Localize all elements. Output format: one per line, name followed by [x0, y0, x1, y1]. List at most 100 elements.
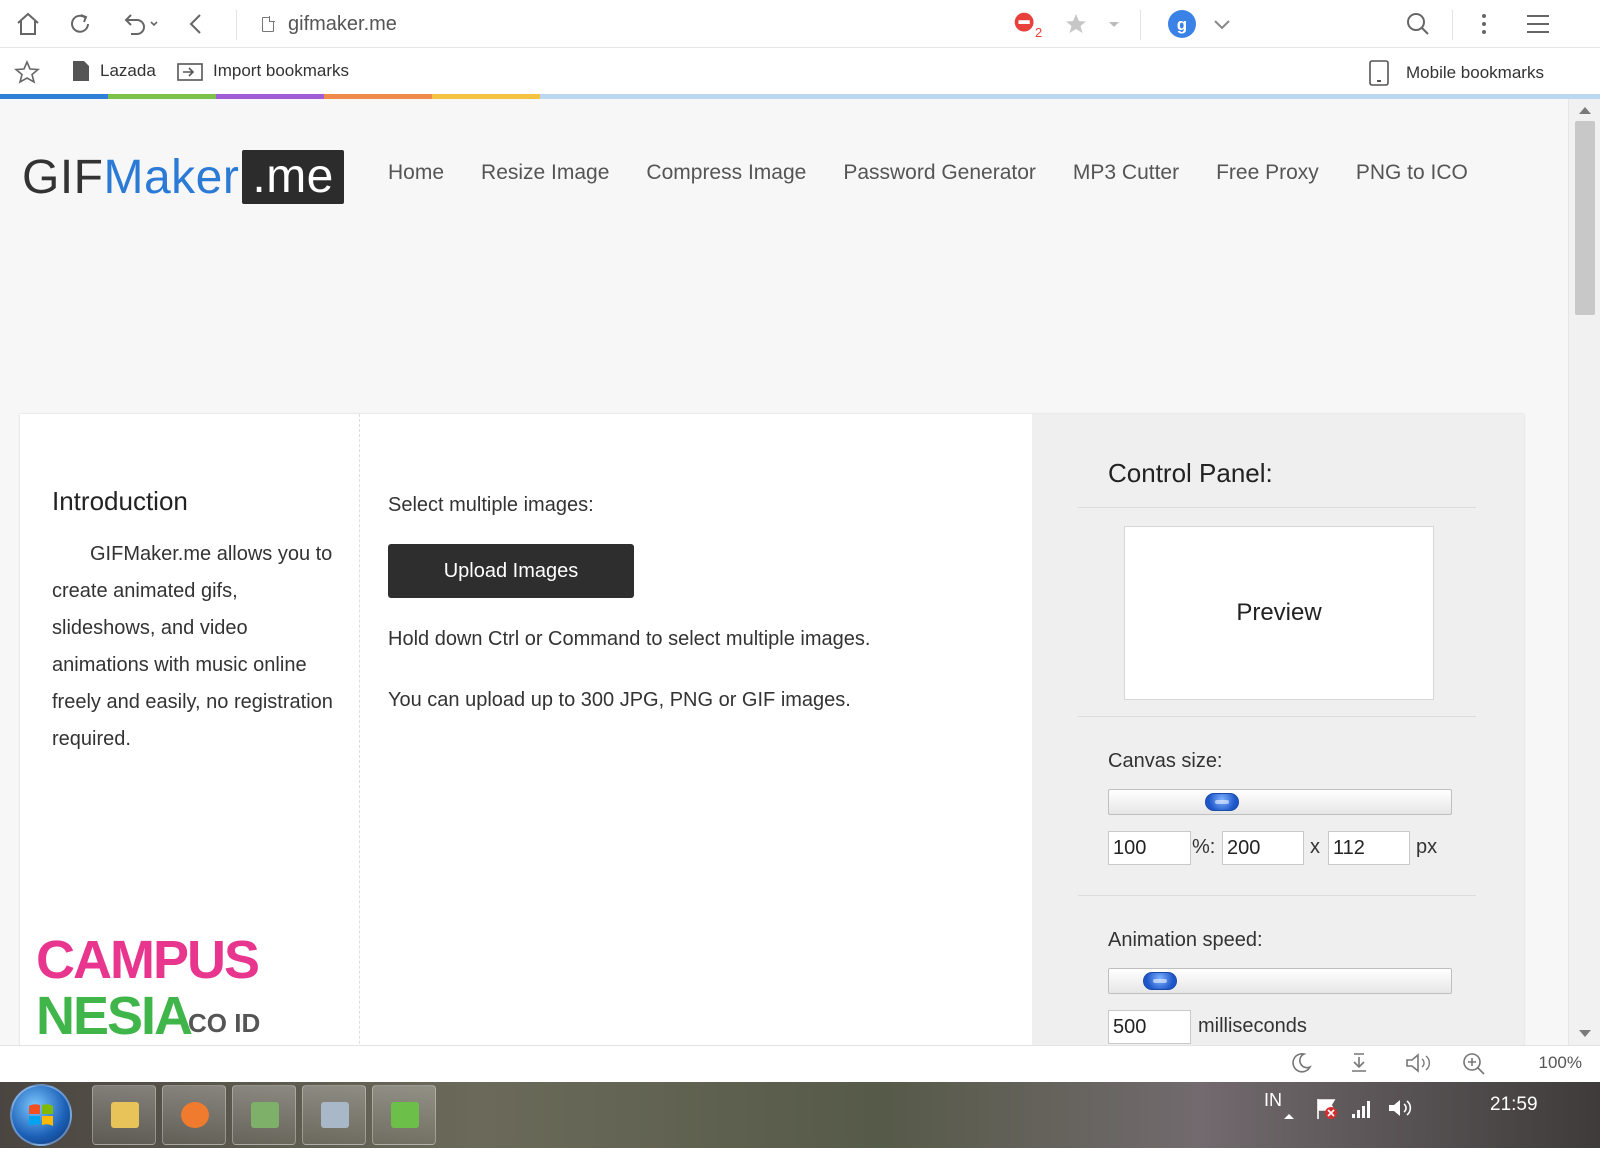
system-clock[interactable]: 21:59	[1490, 1094, 1538, 1116]
animation-speed-label: Animation speed:	[1108, 929, 1263, 951]
nav-compress-image[interactable]: Compress Image	[646, 161, 806, 185]
taskbar-app[interactable]	[372, 1085, 436, 1145]
intro-text: GIFMaker.me allows you to create animate…	[52, 543, 333, 750]
nav-password-generator[interactable]: Password Generator	[843, 161, 1036, 185]
search-icon[interactable]	[1402, 8, 1434, 40]
undo-icon[interactable]	[118, 8, 164, 40]
bookmark-star-icon[interactable]	[14, 60, 40, 84]
intro-column: Introduction GIFMaker.me allows you to c…	[20, 414, 360, 1045]
search-engine-icon[interactable]: g	[1166, 8, 1198, 40]
adblock-icon[interactable]: 2	[1010, 8, 1042, 40]
speed-slider-handle[interactable]	[1143, 972, 1177, 990]
taskbar-photos[interactable]	[232, 1085, 296, 1145]
nav-resize-image[interactable]: Resize Image	[481, 161, 609, 185]
watermark-suffix: CO ID	[188, 1008, 260, 1038]
more-vertical-icon[interactable]	[1468, 8, 1500, 40]
toolbar-separator	[1452, 10, 1453, 40]
action-center-icon[interactable]	[1314, 1096, 1340, 1128]
nav-home[interactable]: Home	[388, 161, 444, 185]
preview-box: Preview	[1124, 526, 1434, 700]
night-mode-icon[interactable]	[1290, 1052, 1312, 1080]
browser-toolbar: gifmaker.me 2 g	[0, 0, 1600, 48]
page-icon	[262, 15, 275, 32]
nav-free-proxy[interactable]: Free Proxy	[1216, 161, 1319, 185]
os-taskbar: IN 21:59	[0, 1082, 1600, 1148]
star-icon[interactable]	[1060, 8, 1092, 40]
network-icon[interactable]	[1350, 1098, 1374, 1126]
back-icon[interactable]	[180, 8, 212, 40]
bookmark-import[interactable]: Import bookmarks	[177, 60, 349, 82]
address-bar[interactable]: gifmaker.me	[262, 10, 397, 38]
chevron-down-icon[interactable]	[1206, 8, 1238, 40]
notification-count: 2	[1035, 25, 1043, 40]
nav-mp3-cutter[interactable]: MP3 Cutter	[1073, 161, 1179, 185]
scroll-down-arrow[interactable]	[1579, 1030, 1591, 1037]
upload-images-button[interactable]: Upload Images	[388, 544, 634, 598]
scroll-up-arrow[interactable]	[1579, 107, 1591, 114]
menu-icon[interactable]	[1522, 8, 1554, 40]
taskbar-calculator[interactable]	[302, 1085, 366, 1145]
browser-statusbar: 100%	[0, 1045, 1600, 1082]
start-button[interactable]	[10, 1084, 72, 1146]
canvas-size-slider[interactable]	[1108, 789, 1452, 815]
svg-text:CAMPUS: CAMPUS	[36, 930, 258, 990]
scroll-thumb[interactable]	[1575, 121, 1595, 315]
canvas-slider-handle[interactable]	[1205, 793, 1239, 811]
divider	[1078, 895, 1476, 896]
windows-logo-icon	[29, 1104, 53, 1126]
bookmark-label: Lazada	[100, 61, 156, 80]
download-icon[interactable]	[1348, 1052, 1370, 1080]
upload-column: Select multiple images: Upload Images Ho…	[360, 414, 1032, 1045]
upload-prompt: Select multiple images:	[388, 494, 594, 516]
keyboard-language[interactable]: IN	[1264, 1090, 1282, 1111]
bookmarks-bar: Lazada Import bookmarks Mobile bookmarks	[0, 48, 1600, 94]
mobile-bookmarks[interactable]: Mobile bookmarks	[1368, 60, 1544, 86]
import-icon	[177, 63, 203, 81]
browser-icon	[181, 1102, 209, 1128]
taskbar-explorer[interactable]	[92, 1085, 156, 1145]
tray-expand-icon[interactable]	[1282, 1104, 1296, 1127]
svg-text:g: g	[1177, 15, 1187, 34]
animation-speed-slider[interactable]	[1108, 968, 1452, 994]
reload-icon[interactable]	[64, 8, 96, 40]
watermark-line1: CAMPUS	[36, 930, 258, 990]
main-panel: Introduction GIFMaker.me allows you to c…	[20, 414, 1524, 1045]
nav-png-to-ico[interactable]: PNG to ICO	[1356, 161, 1468, 185]
canvas-height-input[interactable]	[1328, 831, 1410, 865]
bookmark-label: Import bookmarks	[213, 61, 350, 80]
divider	[1078, 716, 1476, 717]
milliseconds-unit: milliseconds	[1198, 1015, 1307, 1037]
document-icon	[73, 61, 89, 81]
canvas-size-label: Canvas size:	[1108, 750, 1223, 772]
app-icon	[391, 1102, 419, 1128]
intro-heading: Introduction	[52, 486, 188, 516]
percent-separator: %:	[1192, 836, 1216, 858]
zoom-icon[interactable]	[1462, 1052, 1486, 1082]
page-viewport: GIF Maker .me Home Resize Image Compress…	[0, 99, 1568, 1045]
animation-speed-input[interactable]	[1108, 1010, 1191, 1044]
toolbar-separator	[236, 10, 237, 40]
watermark-line2: NESIA	[36, 986, 192, 1040]
logo-maker: Maker	[103, 150, 240, 204]
photos-icon	[251, 1102, 279, 1128]
logo-me: .me	[242, 150, 344, 204]
star-dropdown-icon[interactable]	[1098, 8, 1130, 40]
px-unit: px	[1416, 836, 1438, 858]
control-panel-title: Control Panel:	[1108, 458, 1273, 488]
logo-gif: GIF	[22, 150, 104, 204]
sound-icon[interactable]	[1404, 1052, 1434, 1080]
bookmark-lazada[interactable]: Lazada	[72, 60, 156, 82]
taskbar-uc-browser[interactable]	[162, 1085, 226, 1145]
canvas-percent-input[interactable]	[1108, 831, 1191, 865]
zoom-level[interactable]: 100%	[1539, 1053, 1582, 1073]
upload-hint-limit: You can upload up to 300 JPG, PNG or GIF…	[388, 689, 851, 711]
site-logo[interactable]: GIF Maker .me	[22, 149, 344, 205]
toolbar-separator	[1140, 10, 1141, 40]
dimension-separator: x	[1310, 836, 1320, 858]
page-scrollbar[interactable]	[1568, 99, 1600, 1045]
home-icon[interactable]	[12, 8, 44, 40]
volume-icon[interactable]	[1386, 1096, 1414, 1126]
canvas-width-input[interactable]	[1222, 831, 1304, 865]
address-text: gifmaker.me	[288, 12, 397, 35]
svg-text:NESIA: NESIA	[36, 986, 192, 1040]
